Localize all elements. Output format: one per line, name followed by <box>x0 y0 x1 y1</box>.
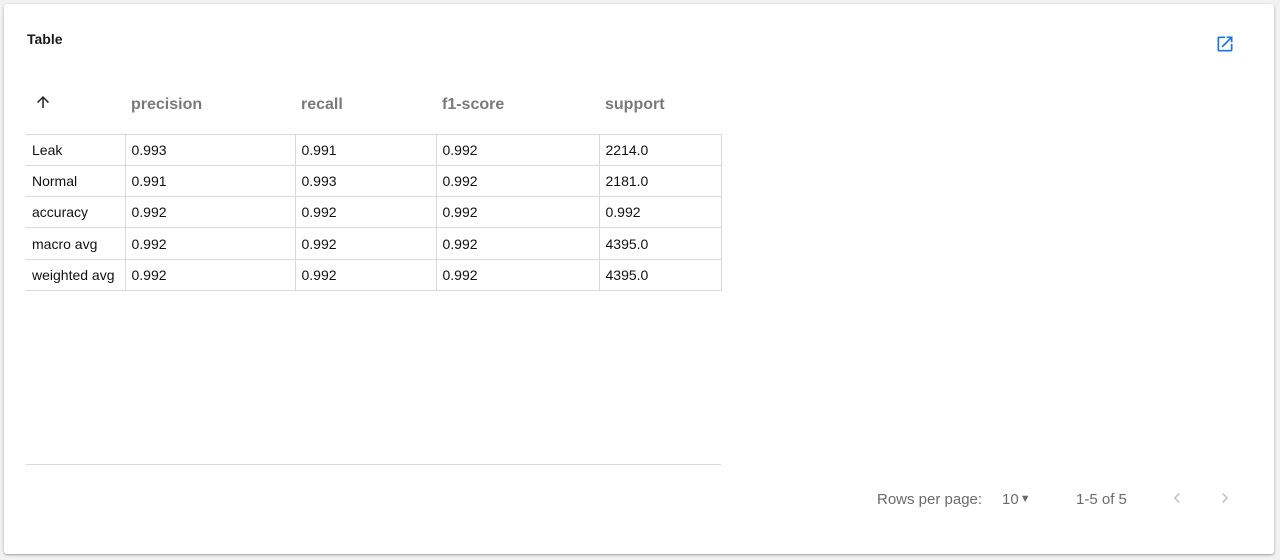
cell-precision: 0.992 <box>124 196 296 229</box>
table-row: accuracy 0.992 0.992 0.992 0.992 <box>26 196 722 229</box>
cell-support: 4395.0 <box>598 227 722 260</box>
cell-precision: 0.992 <box>124 258 296 291</box>
table-card: Table precision recall f1-score support … <box>4 4 1274 554</box>
cell-f1-score: 0.992 <box>435 227 600 260</box>
row-label: weighted avg <box>26 258 126 291</box>
table-row: Leak 0.993 0.991 0.992 2214.0 <box>26 133 722 166</box>
column-header-recall[interactable]: recall <box>295 76 436 135</box>
table-header-row: precision recall f1-score support <box>26 76 721 135</box>
table-row: macro avg 0.992 0.992 0.992 4395.0 <box>26 227 722 260</box>
rows-per-page-select[interactable]: 10 ▼ <box>1002 488 1031 510</box>
cell-precision: 0.991 <box>124 164 296 198</box>
cell-recall: 0.992 <box>294 196 437 229</box>
rows-per-page-label: Rows per page: <box>877 490 983 508</box>
cell-precision: 0.993 <box>124 133 296 166</box>
row-label: Normal <box>26 164 126 198</box>
card-title: Table <box>27 31 63 47</box>
row-label: accuracy <box>26 196 126 229</box>
table-row: Normal 0.991 0.993 0.992 2181.0 <box>26 164 722 198</box>
cell-recall: 0.992 <box>294 258 437 291</box>
row-label: macro avg <box>26 227 126 260</box>
cell-support: 4395.0 <box>598 258 722 291</box>
column-header-f1-score[interactable]: f1-score <box>436 76 599 135</box>
cell-f1-score: 0.992 <box>435 258 600 291</box>
next-page-button[interactable] <box>1213 486 1237 510</box>
column-header-precision[interactable]: precision <box>125 76 295 135</box>
table-bottom-divider <box>26 464 721 465</box>
chevron-right-icon <box>1222 493 1229 503</box>
column-header-support[interactable]: support <box>599 76 721 135</box>
open-in-new-button[interactable] <box>1212 31 1238 57</box>
cell-f1-score: 0.992 <box>435 196 600 229</box>
cell-f1-score: 0.992 <box>435 133 600 166</box>
cell-recall: 0.993 <box>294 164 437 198</box>
open-in-new-icon <box>1217 36 1233 52</box>
caret-down-icon: ▼ <box>1019 493 1031 505</box>
metrics-table-container: precision recall f1-score support Leak 0… <box>26 76 722 291</box>
row-label: Leak <box>26 133 126 166</box>
previous-page-button[interactable] <box>1165 486 1189 510</box>
sort-header[interactable] <box>26 76 125 135</box>
cell-support: 2214.0 <box>598 133 722 166</box>
cell-f1-score: 0.992 <box>435 164 600 198</box>
cell-support: 0.992 <box>598 196 722 229</box>
cell-recall: 0.992 <box>294 227 437 260</box>
metrics-table: precision recall f1-score support Leak 0… <box>26 76 722 291</box>
cell-recall: 0.991 <box>294 133 437 166</box>
cell-support: 2181.0 <box>598 164 722 198</box>
chevron-left-icon <box>1173 493 1180 503</box>
arrow-up-icon[interactable] <box>34 93 52 111</box>
rows-per-page-value: 10 <box>1002 490 1019 508</box>
cell-precision: 0.992 <box>124 227 296 260</box>
page-range: 1-5 of 5 <box>1076 490 1127 508</box>
table-row: weighted avg 0.992 0.992 0.992 4395.0 <box>26 258 722 291</box>
